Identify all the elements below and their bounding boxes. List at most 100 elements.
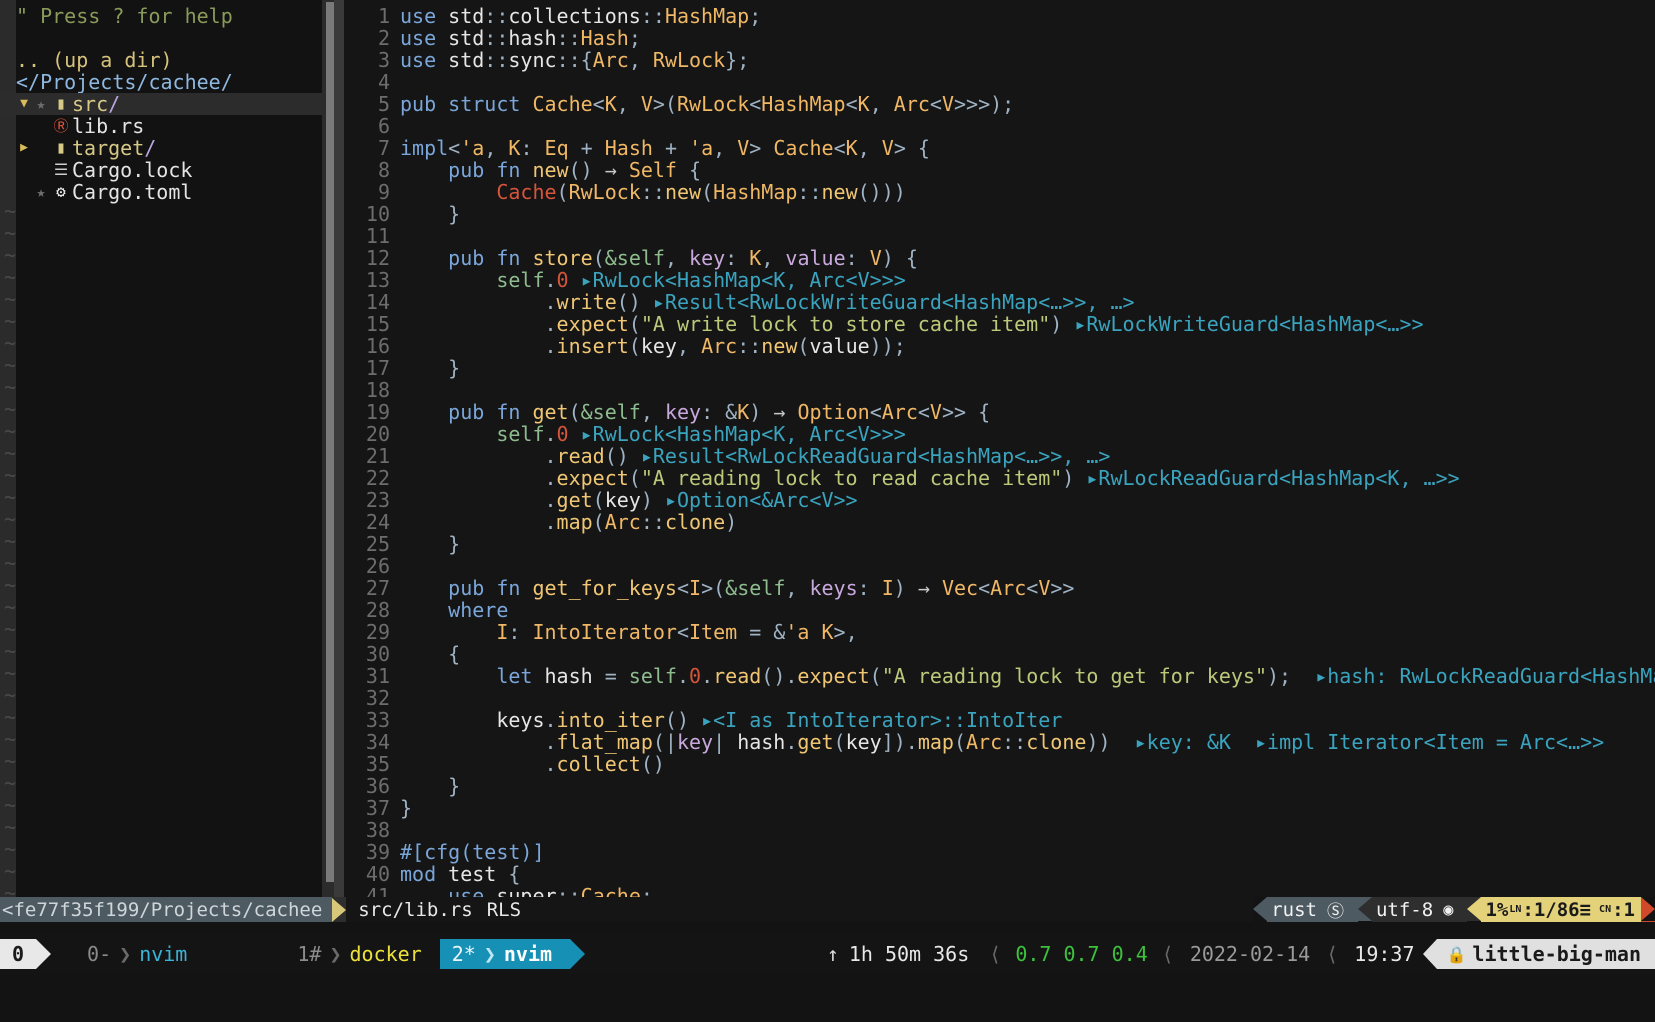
code-line[interactable]: 16 .insert(key, Arc::new(value));	[344, 335, 1655, 357]
code-line-text: }	[390, 357, 460, 379]
code-line[interactable]: 30 {	[344, 643, 1655, 665]
tree-item-lib-rs[interactable]: Ⓡlib.rs	[0, 115, 322, 137]
code-line[interactable]: 17 }	[344, 357, 1655, 379]
tree-root-path[interactable]: </Projects/cachee/	[0, 71, 322, 93]
statusline-end-cap	[1641, 897, 1655, 922]
code-token: (	[629, 466, 641, 490]
code-line[interactable]: 3use std::sync::{Arc, RwLock};	[344, 49, 1655, 71]
chevron-down-icon[interactable]: ▼	[16, 93, 32, 115]
code-token: ;	[749, 4, 761, 28]
line-number: 31	[344, 665, 390, 687]
tree-tilde-line: ~	[0, 552, 322, 574]
code-line[interactable]: 20 self.0 ▸RwLock<HashMap<K, Arc<V>>>	[344, 423, 1655, 445]
code-line[interactable]: 24 .map(Arc::clone)	[344, 511, 1655, 533]
code-token: Item	[689, 620, 737, 644]
code-line[interactable]: 36 }	[344, 775, 1655, 797]
chevron-left-icon-1	[1253, 897, 1267, 921]
tree-item-target[interactable]: ▶ ▮target/	[0, 137, 322, 159]
code-line[interactable]: 2use std::hash::Hash;	[344, 27, 1655, 49]
code-line[interactable]: 38	[344, 819, 1655, 841]
code-line[interactable]: 4	[344, 71, 1655, 93]
code-line[interactable]: 13 self.0 ▸RwLock<HashMap<K, Arc<V>>>	[344, 269, 1655, 291]
code-line[interactable]: 22 .expect("A reading lock to read cache…	[344, 467, 1655, 489]
code-token: "A reading lock to read cache item"	[641, 466, 1062, 490]
code-token: key	[665, 400, 701, 424]
code-token: ,	[858, 136, 882, 160]
code-token: &self	[581, 400, 641, 424]
tmux-session-label: 0	[12, 942, 24, 966]
code-line[interactable]: 40mod test {	[344, 863, 1655, 885]
rust-icon: Ⓡ	[50, 115, 72, 137]
code-line[interactable]: 27 pub fn get_for_keys<I>(&self, keys: I…	[344, 577, 1655, 599]
code-line[interactable]: 31 let hash = self.0.read().expect("A re…	[344, 665, 1655, 687]
tmux-right-status: ↑ 1h 50m 36s ⟨ 0.7 0.7 0.4 ⟨ 2022-02-14 …	[821, 939, 1655, 969]
code-token: 'a	[785, 620, 809, 644]
tree-item-src[interactable]: ▼★▮src/	[0, 93, 322, 115]
code-token	[930, 576, 942, 600]
code-token: value	[785, 246, 845, 270]
code-token: .	[400, 334, 557, 358]
chevron-right-icon[interactable]: ▶	[16, 137, 32, 159]
code-line-text	[390, 115, 400, 137]
code-line[interactable]: 26	[344, 555, 1655, 577]
code-line[interactable]: 18	[344, 379, 1655, 401]
code-line[interactable]: 21 .read() ▸Result<RwLockReadGuard<HashM…	[344, 445, 1655, 467]
code-line[interactable]: 6	[344, 115, 1655, 137]
uptime-arrow-icon: ↑	[821, 942, 849, 966]
tmux-time: 19:37	[1346, 942, 1422, 966]
code-line[interactable]: 14 .write() ▸Result<RwLockWriteGuard<Has…	[344, 291, 1655, 313]
code-token: .	[400, 466, 557, 490]
line-number: 41	[344, 885, 390, 897]
tree-item-label: target	[72, 137, 144, 159]
code-line[interactable]: 29 I: IntoIterator<Item = &'a K>,	[344, 621, 1655, 643]
code-token: );	[1267, 664, 1315, 688]
tree-up-a-dir[interactable]: .. (up a dir)	[0, 49, 322, 71]
code-token: <	[930, 92, 942, 116]
code-token: get_for_keys	[532, 576, 677, 600]
code-token: let	[496, 664, 544, 688]
statusline-col-pos: :1	[1612, 899, 1635, 921]
code-line[interactable]: 37}	[344, 797, 1655, 819]
code-token: ))	[1086, 730, 1134, 754]
tree-item-Cargo-lock[interactable]: ☰Cargo.lock	[0, 159, 322, 181]
tmux-window-docker-1[interactable]: 1#❯docker	[285, 939, 439, 969]
code-line-text: .expect("A write lock to store cache ite…	[390, 313, 1424, 335]
code-line[interactable]: 12 pub fn store(&self, key: K, value: V)…	[344, 247, 1655, 269]
code-token: use	[448, 884, 496, 897]
vertical-scrollbar[interactable]	[326, 2, 334, 882]
code-line-text	[390, 71, 400, 93]
code-line[interactable]: 11	[344, 225, 1655, 247]
tmux-window-nvim-2[interactable]: 2*❯nvim	[440, 939, 570, 969]
code-token: impl	[400, 136, 448, 160]
code-line[interactable]: 25 }	[344, 533, 1655, 555]
code-line[interactable]: 39#[cfg(test)]	[344, 841, 1655, 863]
code-line[interactable]: 23 .get(key) ▸Option<&Arc<V>>	[344, 489, 1655, 511]
lsp-inlay-hint: ▸Result<RwLockReadGuard<HashMap<…>>, …>	[641, 444, 1111, 468]
code-line[interactable]: 8 pub fn new() → Self {	[344, 159, 1655, 181]
code-line[interactable]: 10 }	[344, 203, 1655, 225]
code-token: :	[508, 620, 532, 644]
code-token	[785, 400, 797, 424]
code-token: key	[846, 730, 882, 754]
code-line[interactable]: 34 .flat_map(|key| hash.get(key]).map(Ar…	[344, 731, 1655, 753]
code-line[interactable]: 32	[344, 687, 1655, 709]
code-token: read	[557, 444, 605, 468]
code-line[interactable]: 41 use super::Cache;	[344, 885, 1655, 897]
code-token: ,	[761, 246, 785, 270]
code-line[interactable]: 15 .expect("A write lock to store cache …	[344, 313, 1655, 335]
code-line[interactable]: 35 .collect()	[344, 753, 1655, 775]
tmux-window-nvim-0[interactable]: 0-❯nvim	[75, 939, 205, 969]
file-tree-panel[interactable]: " Press ? for help .. (up a dir) </Proje…	[0, 0, 322, 897]
tree-tilde-line: ~	[0, 486, 322, 508]
code-line[interactable]: 5pub struct Cache<K, V>(RwLock<HashMap<K…	[344, 93, 1655, 115]
code-line[interactable]: 1use std::collections::HashMap;	[344, 5, 1655, 27]
code-editor-buffer[interactable]: 1use std::collections::HashMap;2use std:…	[344, 0, 1655, 897]
code-line[interactable]: 19 pub fn get(&self, key: &K) → Option<A…	[344, 401, 1655, 423]
code-token: }	[400, 202, 460, 226]
tmux-session-indicator[interactable]: 0	[0, 939, 36, 969]
code-line[interactable]: 33 keys.into_iter() ▸<I as IntoIterator>…	[344, 709, 1655, 731]
code-line[interactable]: 28 where	[344, 599, 1655, 621]
code-line[interactable]: 7impl<'a, K: Eq + Hash + 'a, V> Cache<K,…	[344, 137, 1655, 159]
code-line[interactable]: 9 Cache(RwLock::new(HashMap::new()))	[344, 181, 1655, 203]
git-status-star-icon: ★	[32, 93, 50, 115]
